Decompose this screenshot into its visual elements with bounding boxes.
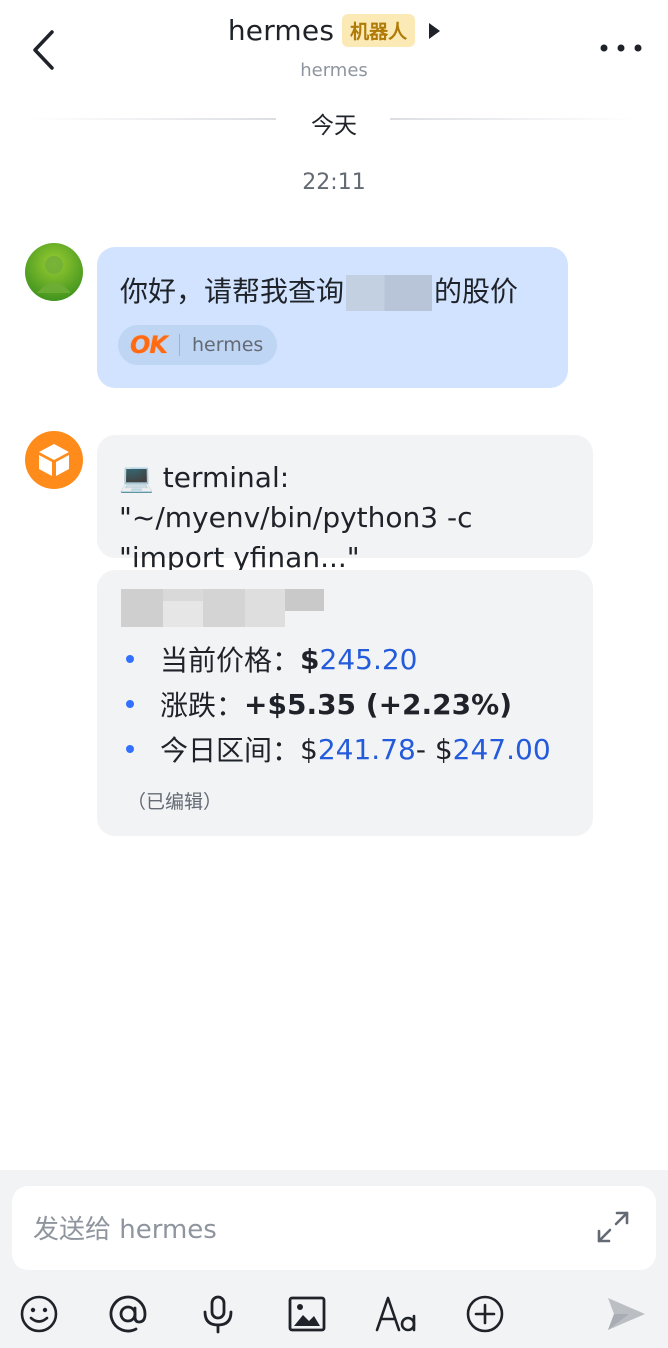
chat-title: hermes bbox=[227, 14, 335, 47]
voice-button[interactable] bbox=[196, 1292, 240, 1336]
cube-icon bbox=[25, 431, 83, 489]
microphone-icon bbox=[203, 1295, 233, 1334]
user-message-text-end: 的股价 bbox=[434, 275, 519, 308]
add-button[interactable] bbox=[463, 1292, 507, 1336]
image-icon bbox=[288, 1296, 326, 1332]
ok-reaction-icon: OK bbox=[130, 331, 168, 359]
mention-icon bbox=[109, 1295, 147, 1333]
reaction-chip[interactable]: OK hermes bbox=[118, 325, 278, 365]
list-item-day-range: 今日区间： $241.78 - $247.00 bbox=[126, 729, 551, 769]
change-label: 涨跌： bbox=[160, 689, 245, 722]
current-price-value: 245.20 bbox=[319, 642, 418, 676]
user-message-text: 你好，请帮我查询 的股价 bbox=[120, 270, 518, 311]
more-horizontal-icon bbox=[600, 44, 642, 52]
time-label: 22:11 bbox=[302, 170, 366, 195]
edited-label: （已编辑） bbox=[127, 791, 223, 813]
list-item-current-price: 当前价格： $245.20 bbox=[126, 639, 417, 679]
day-range-separator: - $ bbox=[415, 732, 453, 766]
day-range-high: 247.00 bbox=[452, 732, 551, 766]
bot-avatar[interactable] bbox=[25, 431, 83, 489]
current-price-label: 当前价格： bbox=[160, 644, 301, 677]
send-button[interactable] bbox=[604, 1292, 648, 1336]
image-button[interactable] bbox=[285, 1292, 329, 1336]
emoji-icon bbox=[20, 1295, 58, 1333]
message-input-placeholder: 发送给 hermes bbox=[33, 1215, 217, 1245]
expand-button[interactable] bbox=[595, 1209, 631, 1245]
more-button[interactable] bbox=[598, 36, 644, 60]
chat-subtitle: hermes bbox=[300, 60, 368, 81]
user-avatar-image bbox=[25, 243, 83, 301]
bullet-icon bbox=[126, 655, 134, 663]
font-format-button[interactable] bbox=[374, 1292, 418, 1336]
day-range-prefix: $ bbox=[300, 732, 318, 766]
day-range-low: 241.78 bbox=[317, 732, 416, 766]
redacted-blur bbox=[346, 275, 433, 311]
day-range-label: 今日区间： bbox=[160, 734, 301, 767]
redacted-title-blur bbox=[121, 589, 324, 627]
expand-icon bbox=[597, 1211, 629, 1243]
bot-badge: 机器人 bbox=[342, 14, 416, 47]
chip-divider bbox=[179, 334, 180, 356]
chat-title-button[interactable]: hermes 机器人 bbox=[227, 14, 441, 47]
caret-right-icon bbox=[429, 22, 441, 39]
list-item-change: 涨跌： +$5.35 (+2.23%) bbox=[126, 684, 512, 724]
current-price-prefix: $ bbox=[300, 642, 320, 676]
mention-button[interactable] bbox=[106, 1292, 150, 1336]
font-format-icon bbox=[375, 1296, 416, 1332]
chat-header: hermes 机器人 bbox=[0, 14, 668, 47]
date-label: 今天 bbox=[311, 113, 357, 139]
emoji-button[interactable] bbox=[17, 1292, 61, 1336]
bullet-icon bbox=[126, 745, 134, 753]
user-avatar[interactable] bbox=[25, 243, 83, 301]
add-icon bbox=[466, 1295, 504, 1333]
tool-call-text: 💻 terminal: "~/myenv/bin/python3 -c "imp… bbox=[119, 461, 473, 574]
change-value: +$5.35 (+2.23%) bbox=[244, 687, 512, 721]
user-message-bubble[interactable] bbox=[97, 247, 568, 388]
user-message-text-start: 你好，请帮我查询 bbox=[120, 275, 345, 308]
send-icon bbox=[608, 1298, 645, 1330]
bullet-icon bbox=[126, 700, 134, 708]
reaction-user-label: hermes bbox=[192, 334, 264, 356]
